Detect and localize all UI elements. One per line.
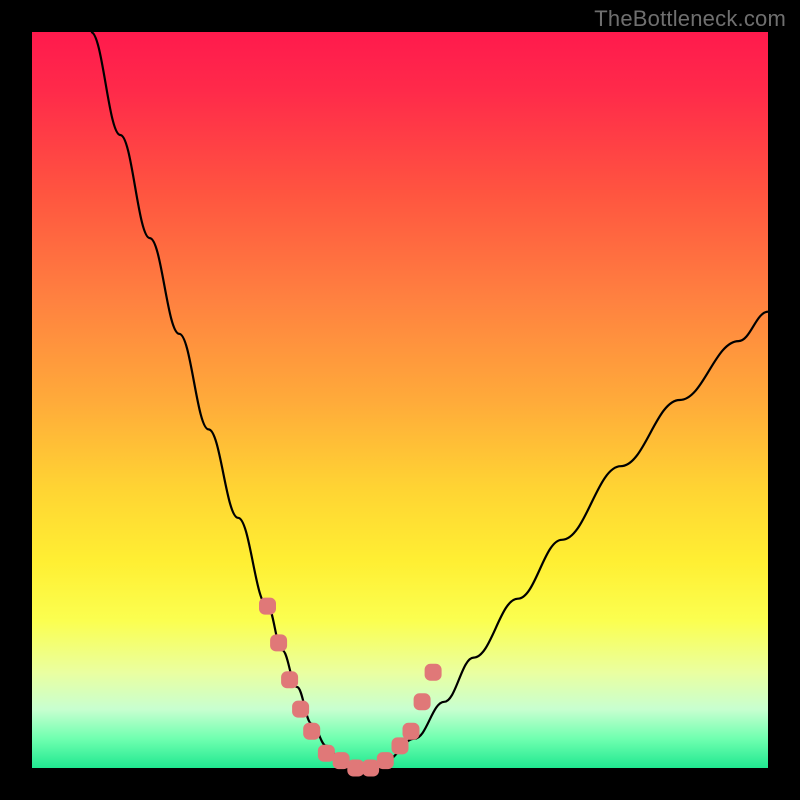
bottleneck-curve <box>91 32 768 768</box>
curve-marker <box>362 760 379 777</box>
curve-marker <box>377 752 394 769</box>
curve-marker <box>303 723 320 740</box>
curve-marker <box>403 723 420 740</box>
plot-area <box>32 32 768 768</box>
marker-group <box>259 598 442 777</box>
curve-marker <box>347 760 364 777</box>
outer-frame: TheBottleneck.com <box>0 0 800 800</box>
curve-marker <box>414 693 431 710</box>
curve-svg <box>32 32 768 768</box>
curve-marker <box>318 745 335 762</box>
watermark-text: TheBottleneck.com <box>594 6 786 32</box>
curve-marker <box>425 664 442 681</box>
curve-marker <box>281 671 298 688</box>
curve-marker <box>270 634 287 651</box>
curve-marker <box>259 598 276 615</box>
curve-marker <box>392 737 409 754</box>
curve-marker <box>333 752 350 769</box>
curve-marker <box>292 701 309 718</box>
